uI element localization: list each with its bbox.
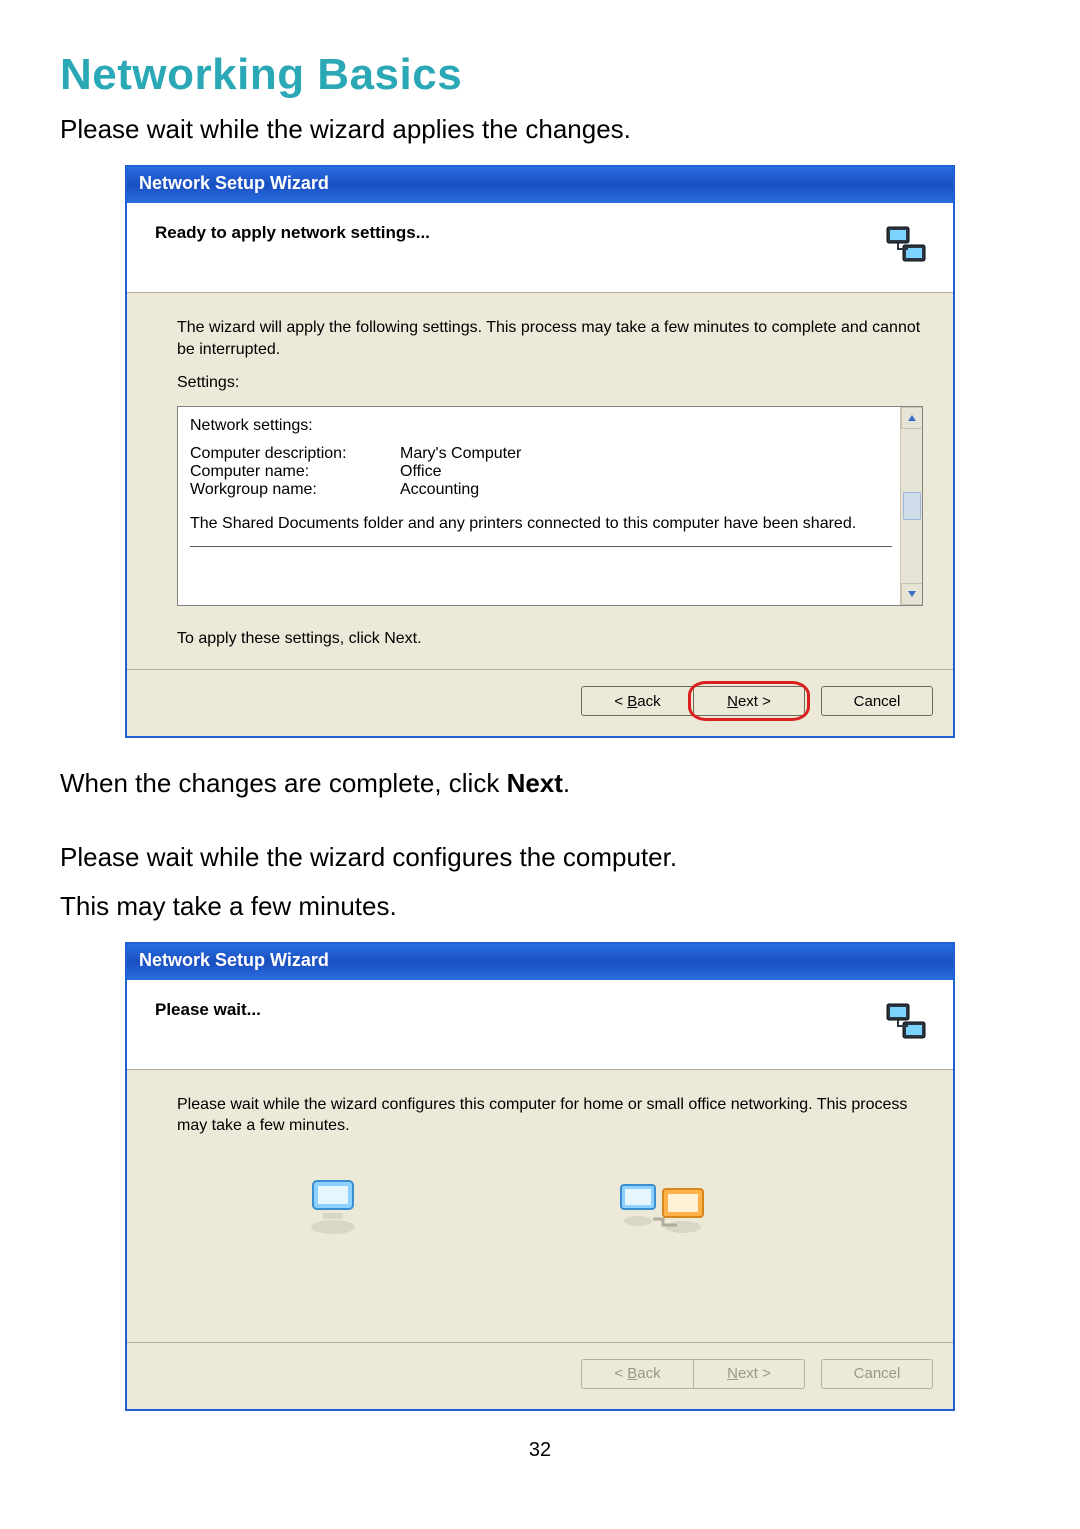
back-button: < Back [581,1359,693,1389]
panel-divider [190,546,892,547]
wizard-wait-window: Network Setup Wizard Please wait... Plea… [125,942,955,1411]
network-icon [883,221,931,269]
back-prefix: < [614,1365,627,1382]
back-button[interactable]: < Back [581,686,693,716]
wizard-footer: < Back Next > Cancel [127,669,953,736]
scroll-track[interactable] [901,429,922,583]
after1-bold: Next [507,768,563,798]
wizard-titlebar: Network Setup Wizard [127,167,953,203]
computer-icon [307,1179,359,1244]
back-mnemonic: B [627,693,637,710]
cancel-button: Cancel [821,1359,933,1389]
wizard-desc: The wizard will apply the following sett… [177,317,923,360]
setting-row: Computer name: Office [190,463,892,481]
intro-text-1: Please wait while the wizard applies the… [60,112,1020,147]
intro-text-2a: Please wait while the wizard configures … [60,840,1020,875]
wizard-titlebar: Network Setup Wizard [127,944,953,980]
back-prefix: < [614,693,627,710]
settings-section-head: Network settings: [190,417,892,435]
scroll-up-icon[interactable] [901,407,923,429]
back-mnemonic: B [627,1365,637,1382]
after-text-1: When the changes are complete, click Nex… [60,766,1020,801]
settings-panel: Network settings: Computer description: … [177,406,923,606]
back-rest: ack [637,693,660,710]
next-rest: ext > [738,1365,771,1382]
after1-prefix: When the changes are complete, click [60,768,507,798]
progress-illustration [177,1149,923,1334]
scroll-down-icon[interactable] [901,583,923,605]
network-computers-icon [619,1179,709,1244]
after1-suffix: . [563,768,570,798]
apply-hint: To apply these settings, click Next. [177,628,923,650]
wizard-header-text: Ready to apply network settings... [155,221,430,243]
next-rest: ext > [738,693,771,710]
wizard-header: Ready to apply network settings... [127,203,953,293]
page-number: 32 [60,1439,1020,1462]
back-next-pair: < Back Next > [581,686,805,716]
setting-value: Office [400,463,892,481]
back-next-pair: < Back Next > [581,1359,805,1389]
next-button[interactable]: Next > [693,686,805,716]
wizard-body: The wizard will apply the following sett… [127,293,953,669]
wizard-header: Please wait... [127,980,953,1070]
shared-note: The Shared Documents folder and any prin… [190,513,892,535]
scroll-thumb[interactable] [903,492,921,520]
network-icon [883,998,931,1046]
next-button: Next > [693,1359,805,1389]
setting-key: Workgroup name: [190,481,400,499]
setting-value: Accounting [400,481,892,499]
wizard-footer: < Back Next > Cancel [127,1342,953,1409]
setting-key: Computer name: [190,463,400,481]
setting-value: Mary's Computer [400,445,892,463]
back-rest: ack [637,1365,660,1382]
intro-text-2b: This may take a few minutes. [60,889,1020,924]
wizard-desc: Please wait while the wizard configures … [177,1094,923,1137]
next-mnemonic: N [727,693,738,710]
settings-label: Settings: [177,372,923,394]
wizard-ready-window: Network Setup Wizard Ready to apply netw… [125,165,955,738]
page-title: Networking Basics [60,50,1020,100]
scrollbar[interactable] [900,407,922,605]
setting-row: Workgroup name: Accounting [190,481,892,499]
next-mnemonic: N [727,1365,738,1382]
setting-row: Computer description: Mary's Computer [190,445,892,463]
setting-key: Computer description: [190,445,400,463]
cancel-button[interactable]: Cancel [821,686,933,716]
wizard-header-text: Please wait... [155,998,261,1020]
wizard-body: Please wait while the wizard configures … [127,1070,953,1342]
